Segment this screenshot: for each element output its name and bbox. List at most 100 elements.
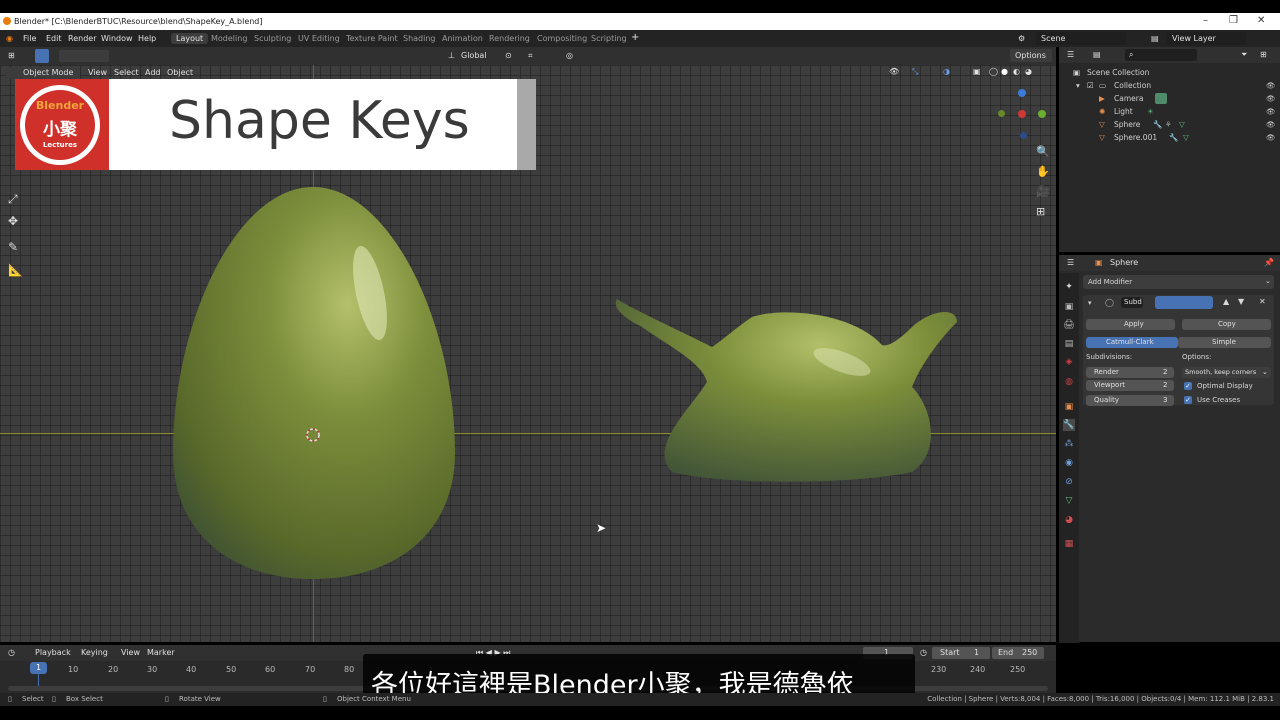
new-collection-icon[interactable]: ⊞ [1260, 50, 1267, 59]
proportional-edit-icon[interactable]: ◎ [566, 51, 573, 60]
playback-menu[interactable]: Playback [35, 648, 71, 657]
visibility-icon[interactable]: 👁 [889, 67, 899, 76]
texture-tab-icon[interactable]: ▦ [1063, 538, 1075, 550]
particles-tab-icon[interactable]: ⁂ [1063, 438, 1075, 450]
outliner-row-sphere001[interactable]: ▽ Sphere.001 🔧 ▽ 👁 [1059, 132, 1280, 145]
tab-compositing[interactable]: Compositing [532, 33, 592, 44]
solid-shading-icon[interactable]: ● [1001, 67, 1008, 76]
quality-field[interactable]: Quality 3 [1086, 395, 1174, 406]
tab-scripting[interactable]: Scripting [586, 33, 632, 44]
filter-icon[interactable]: ⏷ [1241, 50, 1247, 60]
checkbox-icon[interactable]: ☑ [1087, 81, 1094, 90]
transform-orientation[interactable]: Global [461, 51, 487, 60]
scale-tool-icon[interactable]: ⤢ [8, 192, 18, 207]
render-tab-icon[interactable]: ▣ [1063, 301, 1075, 313]
minimize-icon[interactable]: – [1203, 15, 1208, 26]
close-icon[interactable]: ✕ [1257, 15, 1265, 26]
outliner-row-scene-collection[interactable]: ▣ Scene Collection [1059, 67, 1280, 80]
view-layer-icon[interactable]: ▤ [1151, 34, 1159, 43]
annotate-tool-icon[interactable]: ✎ [8, 240, 18, 254]
menu-edit[interactable]: Edit [46, 34, 62, 43]
snap-icon[interactable]: ⌗ [528, 51, 533, 61]
menu-select[interactable]: Select [114, 68, 139, 77]
apply-button[interactable]: Apply [1086, 319, 1175, 330]
visibility-eye-icon[interactable]: 👁 [1266, 107, 1276, 116]
simple-toggle[interactable]: Simple [1178, 337, 1271, 348]
view-menu[interactable]: View [121, 648, 140, 657]
pan-hand-icon[interactable]: ✋ [1036, 165, 1050, 178]
visibility-eye-icon[interactable]: 👁 [1266, 133, 1276, 142]
tab-animation[interactable]: Animation [437, 33, 488, 44]
editor-type-icon[interactable]: ⊞ [8, 51, 15, 60]
outliner-editor-icon[interactable]: ☰ [1067, 50, 1074, 59]
transform-orientation-icon[interactable]: ⊥ [448, 51, 455, 60]
add-modifier-dropdown[interactable]: Add Modifier ⌄ [1083, 275, 1274, 289]
menu-window[interactable]: Window [101, 34, 133, 43]
menu-add[interactable]: Add [145, 68, 161, 77]
expand-arrow-icon[interactable]: ▾ [1076, 81, 1080, 90]
scene-icon[interactable]: ⚙ [1018, 34, 1025, 43]
maximize-icon[interactable]: ❐ [1229, 15, 1238, 26]
tab-rendering[interactable]: Rendering [484, 33, 535, 44]
camera-view-icon[interactable]: 🎥 [1036, 185, 1050, 198]
outliner-row-light[interactable]: ✺ Light ☀ 👁 [1059, 106, 1280, 119]
gizmo-x-axis[interactable] [1018, 110, 1026, 118]
world-tab-icon[interactable]: ◍ [1063, 376, 1075, 388]
uv-smooth-dropdown[interactable]: Smooth, keep corners ⌄ [1182, 367, 1271, 378]
outliner-row-camera[interactable]: ▶ Camera 👁 [1059, 93, 1280, 106]
transform-tool-icon[interactable]: ✥ [8, 214, 18, 228]
visibility-eye-icon[interactable]: 👁 [1266, 120, 1276, 129]
render-levels-field[interactable]: Render 2 [1086, 367, 1174, 378]
3d-viewport[interactable]: Blender 小聚 Lectures Shape Keys Object Mo… [0, 65, 1056, 642]
timeline-editor-icon[interactable]: ◷ [8, 648, 15, 657]
menu-help[interactable]: Help [138, 34, 156, 43]
tab-layout[interactable]: Layout [171, 33, 209, 44]
playhead[interactable]: 1 [30, 662, 47, 674]
blender-menu-icon[interactable]: ◉ [6, 34, 13, 43]
tab-shading[interactable]: Shading [398, 33, 441, 44]
marker-menu[interactable]: Marker [147, 648, 175, 657]
viewport-levels-field[interactable]: Viewport 2 [1086, 380, 1174, 391]
ortho-grid-icon[interactable]: ⊞ [1036, 205, 1045, 218]
menu-file[interactable]: File [23, 34, 36, 43]
menu-object[interactable]: Object [167, 68, 193, 77]
measure-tool-icon[interactable]: 📐 [8, 263, 23, 277]
display-mode-icon[interactable]: ▤ [1093, 50, 1101, 59]
object-tab-icon[interactable]: ▣ [1063, 401, 1075, 413]
properties-editor-icon[interactable]: ☰ [1067, 258, 1074, 267]
outliner-row-collection[interactable]: ▾ ☑ ▭ Collection 👁 [1059, 80, 1280, 93]
wireframe-shading-icon[interactable]: ◯ [989, 67, 998, 76]
outliner-row-sphere[interactable]: ▽ Sphere 🔧 ⚘ ▽ 👁 [1059, 119, 1280, 132]
copy-button[interactable]: Copy [1182, 319, 1271, 330]
use-creases-checkbox[interactable]: ✓ [1184, 396, 1192, 404]
modifier-visibility-toggles[interactable] [1155, 296, 1213, 309]
scene-tab-icon[interactable]: ◈ [1063, 356, 1075, 368]
physics-tab-icon[interactable]: ◉ [1063, 457, 1075, 469]
gizmo-icon[interactable]: ⤡ [912, 67, 918, 77]
add-workspace-icon[interactable]: + [631, 32, 639, 43]
material-shading-icon[interactable]: ◐ [1013, 67, 1020, 76]
zoom-icon[interactable]: 🔍 [1036, 145, 1050, 158]
output-tab-icon[interactable]: 🖨 [1063, 319, 1075, 331]
select-tool-button[interactable] [35, 49, 49, 63]
rendered-shading-icon[interactable]: ◕ [1025, 67, 1032, 76]
gizmo-y-axis[interactable] [1038, 110, 1046, 118]
navigation-gizmo[interactable] [996, 85, 1052, 145]
tab-sculpting[interactable]: Sculpting [249, 33, 296, 44]
tab-modeling[interactable]: Modeling [206, 33, 252, 44]
menu-render[interactable]: Render [68, 34, 96, 43]
remove-modifier-icon[interactable]: ✕ [1259, 297, 1266, 306]
constraints-tab-icon[interactable]: ⊘ [1063, 476, 1075, 488]
tool-tab-icon[interactable]: ✦ [1063, 281, 1075, 293]
keying-menu[interactable]: Keying [81, 648, 108, 657]
gizmo-z-axis[interactable] [1018, 89, 1026, 97]
pin-icon[interactable]: 📌 [1264, 258, 1274, 267]
move-up-icon[interactable]: ▲ [1223, 297, 1229, 306]
gizmo-neg-z[interactable] [1020, 132, 1027, 139]
selection-mode-buttons[interactable] [59, 50, 109, 62]
outliner-search-input[interactable] [1125, 49, 1197, 61]
tab-texture-paint[interactable]: Texture Paint [341, 33, 403, 44]
material-tab-icon[interactable]: ◕ [1063, 514, 1075, 526]
collapse-arrow-icon[interactable]: ▾ [1088, 299, 1092, 307]
overlay-icon[interactable]: ◑ [943, 67, 950, 76]
